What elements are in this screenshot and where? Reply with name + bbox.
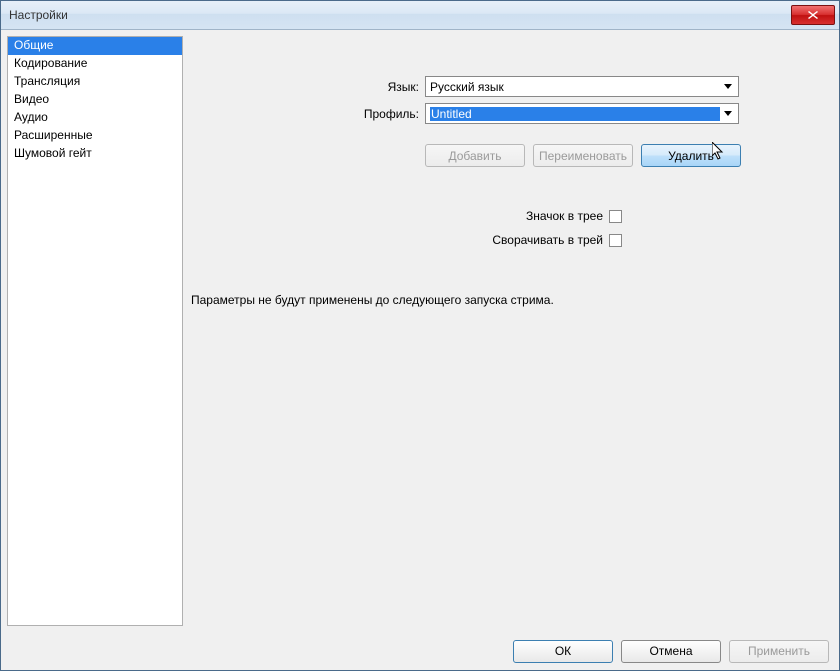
- add-profile-button: Добавить: [425, 144, 525, 167]
- ok-button[interactable]: ОК: [513, 640, 613, 663]
- sidebar-item-video[interactable]: Видео: [8, 91, 182, 109]
- chevron-down-icon: [720, 111, 736, 116]
- minimize-tray-checkbox[interactable]: [609, 234, 622, 247]
- sidebar-item-broadcast[interactable]: Трансляция: [8, 73, 182, 91]
- sidebar-item-advanced[interactable]: Расширенные: [8, 127, 182, 145]
- window-close-button[interactable]: [791, 5, 835, 25]
- row-tray-icon: Значок в трее: [189, 209, 833, 223]
- cancel-button[interactable]: Отмена: [621, 640, 721, 663]
- dialog-buttons: ОК Отмена Применить: [1, 632, 839, 670]
- settings-window: Настройки Общие Кодирование Трансляция В…: [0, 0, 840, 671]
- sidebar-item-audio[interactable]: Аудио: [8, 109, 182, 127]
- titlebar[interactable]: Настройки: [1, 1, 839, 30]
- content-pane: Язык: Русский язык Профиль: Untitled: [189, 36, 833, 626]
- sidebar-item-noise-gate[interactable]: Шумовой гейт: [8, 145, 182, 163]
- profile-label: Профиль:: [189, 107, 425, 121]
- language-label: Язык:: [189, 80, 425, 94]
- profile-value: Untitled: [430, 107, 720, 121]
- rename-profile-button: Переименовать: [533, 144, 633, 167]
- profile-button-row: Добавить Переименовать Удалить: [425, 144, 833, 167]
- chevron-down-icon: [720, 84, 736, 89]
- body-area: Общие Кодирование Трансляция Видео Аудио…: [1, 30, 839, 632]
- row-language: Язык: Русский язык: [189, 76, 833, 97]
- profile-select[interactable]: Untitled: [425, 103, 739, 124]
- tray-icon-label: Значок в трее: [189, 209, 609, 223]
- language-value: Русский язык: [430, 80, 720, 94]
- row-profile: Профиль: Untitled: [189, 103, 833, 124]
- restart-note: Параметры не будут применены до следующе…: [191, 293, 833, 307]
- minimize-tray-label: Сворачивать в трей: [189, 233, 609, 247]
- delete-profile-button[interactable]: Удалить: [641, 144, 741, 167]
- tray-icon-checkbox[interactable]: [609, 210, 622, 223]
- close-icon: [808, 11, 818, 19]
- sidebar-item-general[interactable]: Общие: [8, 37, 182, 55]
- sidebar-item-encoding[interactable]: Кодирование: [8, 55, 182, 73]
- window-title: Настройки: [9, 8, 791, 22]
- language-select[interactable]: Русский язык: [425, 76, 739, 97]
- row-minimize-tray: Сворачивать в трей: [189, 233, 833, 247]
- category-list[interactable]: Общие Кодирование Трансляция Видео Аудио…: [7, 36, 183, 626]
- apply-button: Применить: [729, 640, 829, 663]
